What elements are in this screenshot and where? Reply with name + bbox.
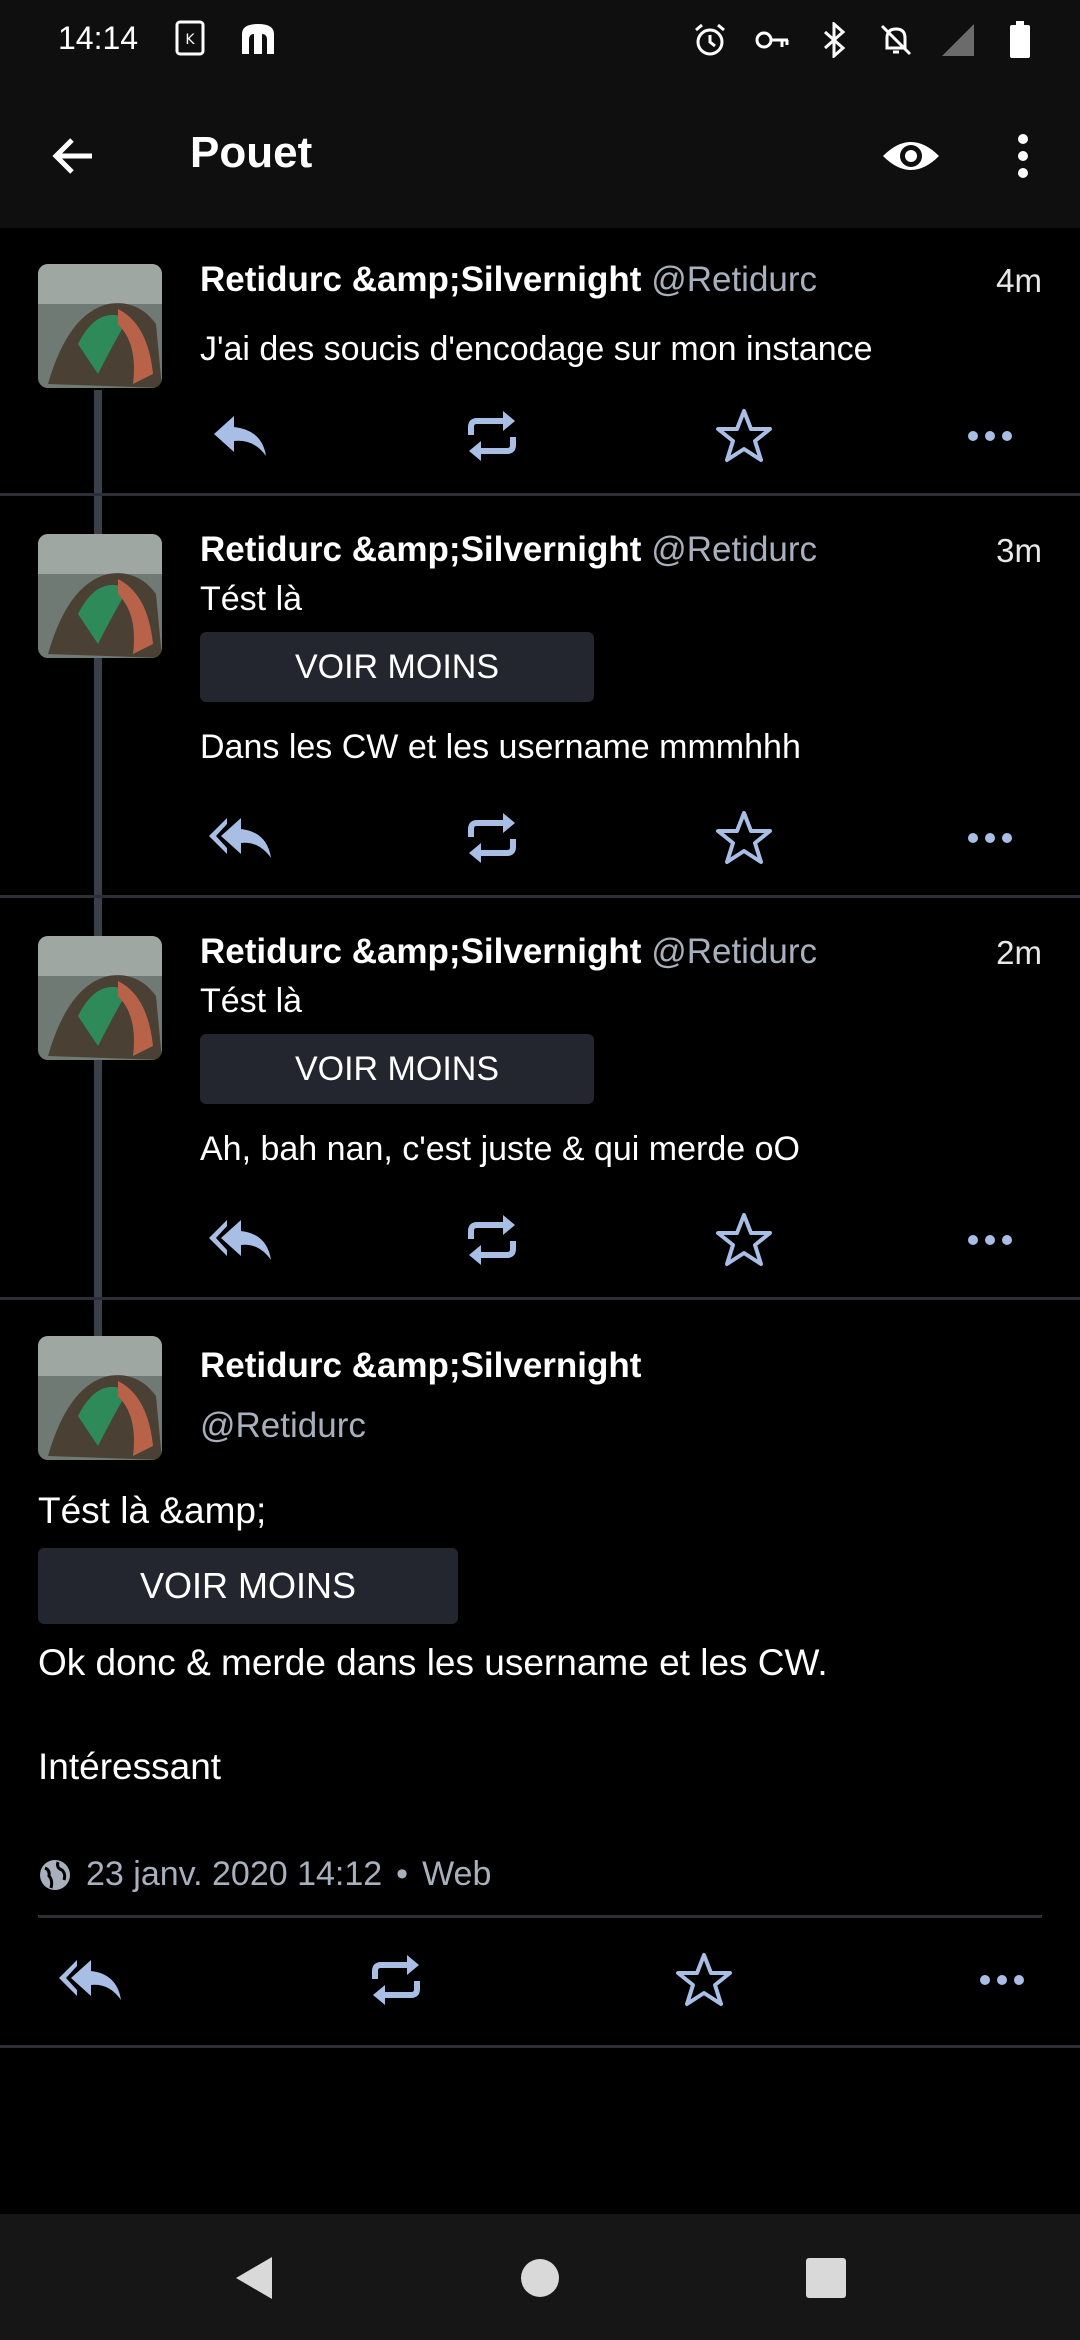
repeat-icon xyxy=(468,411,516,461)
avatar[interactable] xyxy=(38,264,162,388)
notifications-off-icon xyxy=(876,20,916,60)
avatar[interactable] xyxy=(38,1336,162,1460)
tusky-elephant-icon xyxy=(238,18,278,58)
status-content: Ah, bah nan, c'est juste & qui merde oO xyxy=(200,1130,800,1168)
vpn-key-icon xyxy=(752,20,792,60)
boost-button[interactable] xyxy=(454,398,530,474)
more-horiz-icon xyxy=(968,1235,1012,1245)
boost-button[interactable] xyxy=(454,800,530,876)
favourite-button[interactable] xyxy=(706,398,782,474)
bluetooth-icon xyxy=(814,20,854,60)
display-name[interactable]: Retidurc &amp;Silvernight xyxy=(200,530,641,569)
repeat-icon xyxy=(372,1955,420,2005)
status-content: J'ai des soucis d'encodage sur mon insta… xyxy=(200,330,873,368)
reply-all-icon xyxy=(209,1220,271,1260)
status-content: Dans les CW et les username mmmhhh xyxy=(200,728,801,766)
status-item[interactable]: Retidurc &amp;Silvernight @Retidurc 4m J… xyxy=(0,228,1080,496)
username: @Retidurc xyxy=(651,932,818,971)
source-app: Web xyxy=(422,1855,492,1893)
nav-back-button[interactable] xyxy=(226,2250,282,2306)
nav-home-icon xyxy=(521,2259,559,2297)
more-button[interactable] xyxy=(952,398,1028,474)
username: @Retidurc xyxy=(651,260,818,299)
display-name[interactable]: Retidurc &amp;Silvernight xyxy=(200,260,641,299)
nav-recents-button[interactable] xyxy=(798,2250,854,2306)
content-warning-toggle-button[interactable]: VOIR MOINS xyxy=(200,632,594,702)
boost-button[interactable] xyxy=(454,1202,530,1278)
status-item[interactable]: Retidurc &amp;Silvernight @Retidurc 2m T… xyxy=(0,898,1080,1300)
signal-icon xyxy=(938,20,978,60)
k-app-icon: K xyxy=(170,18,210,58)
overflow-menu-button[interactable] xyxy=(1000,124,1046,188)
battery-icon xyxy=(1000,20,1040,60)
globe-icon xyxy=(40,1859,70,1890)
nav-back-icon xyxy=(236,2257,272,2299)
status-content-line: Ok donc & merde dans les username et les… xyxy=(38,1642,828,1683)
favourite-button[interactable] xyxy=(666,1942,742,2018)
more-button[interactable] xyxy=(964,1942,1040,2018)
favourite-button[interactable] xyxy=(706,1202,782,1278)
star-icon xyxy=(716,1213,772,1266)
status-metadata: 23 janv. 2020 14:12 • Web xyxy=(38,1855,491,1894)
timestamp: 23 janv. 2020 14:12 xyxy=(86,1855,383,1893)
more-horiz-icon xyxy=(968,833,1012,843)
eye-icon xyxy=(883,142,939,170)
favourite-button[interactable] xyxy=(706,800,782,876)
reply-all-button[interactable] xyxy=(52,1942,128,2018)
divider xyxy=(38,1915,1042,1918)
arrow-back-icon xyxy=(52,138,92,174)
divider xyxy=(0,2045,1080,2048)
reply-button[interactable] xyxy=(202,398,278,474)
display-name[interactable]: Retidurc &amp;Silvernight xyxy=(200,1346,641,1385)
reply-icon xyxy=(214,416,266,456)
nav-home-button[interactable] xyxy=(512,2250,568,2306)
timestamp: 2m xyxy=(996,934,1042,971)
content-warning-text: Tést là xyxy=(200,580,303,618)
status-bar: 14:14 K xyxy=(0,0,1080,84)
system-nav-bar xyxy=(0,2214,1080,2340)
reply-all-button[interactable] xyxy=(202,1202,278,1278)
more-horiz-icon xyxy=(968,431,1012,441)
username: @Retidurc xyxy=(200,1406,366,1445)
nav-recents-icon xyxy=(806,2258,846,2298)
timestamp: 3m xyxy=(996,532,1042,569)
content-warning-text: Tést là xyxy=(200,982,303,1020)
app-toolbar: Pouet xyxy=(0,84,1080,228)
reply-all-icon xyxy=(209,818,271,858)
alarm-icon xyxy=(690,20,730,60)
status-time: 14:14 xyxy=(58,20,139,56)
status-item[interactable]: Retidurc &amp;Silvernight @Retidurc 3m T… xyxy=(0,496,1080,898)
separator-dot: • xyxy=(396,1855,409,1893)
repeat-icon xyxy=(468,1215,516,1265)
more-horiz-icon xyxy=(980,1975,1024,1985)
content-warning-toggle-button[interactable]: VOIR MOINS xyxy=(200,1034,594,1104)
avatar[interactable] xyxy=(38,534,162,658)
more-vert-icon xyxy=(1018,134,1028,178)
toggle-visibility-button[interactable] xyxy=(876,124,946,188)
content-warning-toggle-button[interactable]: VOIR MOINS xyxy=(38,1548,458,1624)
timestamp: 4m xyxy=(996,262,1042,299)
page-title: Pouet xyxy=(190,128,313,177)
star-icon xyxy=(676,1953,732,2006)
star-icon xyxy=(716,811,772,864)
back-button[interactable] xyxy=(44,126,104,186)
boost-button[interactable] xyxy=(358,1942,434,2018)
reply-all-button[interactable] xyxy=(202,800,278,876)
more-button[interactable] xyxy=(952,1202,1028,1278)
avatar[interactable] xyxy=(38,936,162,1060)
more-button[interactable] xyxy=(952,800,1028,876)
svg-text:K: K xyxy=(185,32,195,48)
reply-all-icon xyxy=(59,1960,121,2000)
username: @Retidurc xyxy=(651,530,818,569)
star-icon xyxy=(716,409,772,462)
status-content-line: Intéressant xyxy=(38,1746,222,1787)
display-name[interactable]: Retidurc &amp;Silvernight xyxy=(200,932,641,971)
content-warning-text: Tést là &amp; xyxy=(38,1490,267,1531)
repeat-icon xyxy=(468,813,516,863)
